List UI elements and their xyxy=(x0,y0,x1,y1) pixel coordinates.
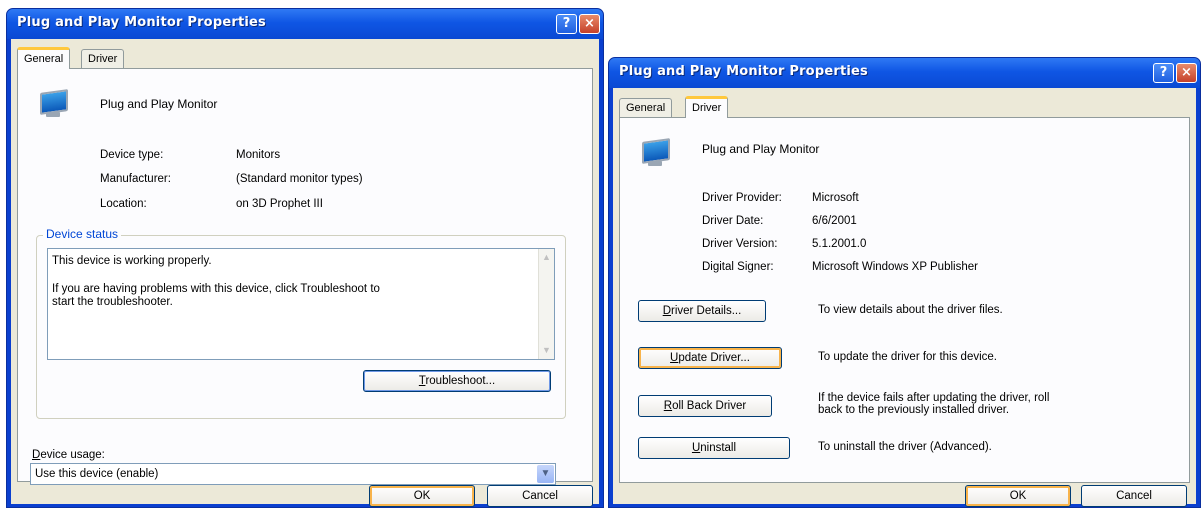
device-status-title: Device status xyxy=(43,227,122,241)
monitor-icon xyxy=(38,89,68,119)
prop-value: Microsoft Windows XP Publisher xyxy=(812,261,978,273)
tab-general[interactable]: General xyxy=(619,98,673,118)
window-title: Plug and Play Monitor Properties xyxy=(17,15,266,30)
roll-back-description-line1: If the device fails after updating the d… xyxy=(818,392,1050,404)
prop-value: on 3D Prophet III xyxy=(236,198,323,210)
status-scrollbar[interactable]: ▲ ▼ xyxy=(538,249,554,359)
driver-details-button[interactable]: Driver Details... xyxy=(638,300,766,322)
ok-button[interactable]: OK xyxy=(369,485,475,507)
troubleshoot-button[interactable]: Troubleshoot... xyxy=(363,370,551,392)
dialog-body: General Driver Plug and Play Monitor Dev… xyxy=(11,39,599,507)
status-line: This device is working properly. xyxy=(52,255,212,267)
title-bar[interactable]: Plug and Play Monitor Properties ? × xyxy=(7,9,603,39)
prop-value: (Standard monitor types) xyxy=(236,173,363,185)
help-button[interactable]: ? xyxy=(556,14,577,34)
help-button[interactable]: ? xyxy=(1153,63,1174,83)
roll-back-description-line2: back to the previously installed driver. xyxy=(818,404,1010,416)
prop-label: Device type: xyxy=(100,149,164,161)
tab-general[interactable]: General xyxy=(17,47,71,69)
driver-properties-window: Plug and Play Monitor Properties ? × Gen… xyxy=(608,57,1201,508)
uninstall-button[interactable]: Uninstall xyxy=(638,437,790,459)
tab-panel: Plug and Play Monitor Device type: Monit… xyxy=(17,68,593,485)
status-line: start the troubleshooter. xyxy=(52,296,173,308)
device-status-group: Device status This device is working pro… xyxy=(36,227,566,419)
window-title: Plug and Play Monitor Properties xyxy=(619,64,868,79)
prop-label: Driver Provider: xyxy=(702,192,782,204)
tab-panel: Plug and Play Monitor Driver Provider: M… xyxy=(619,117,1190,483)
uninstall-description: To uninstall the driver (Advanced). xyxy=(818,441,992,453)
device-status-textbox: This device is working properly. If you … xyxy=(47,248,555,360)
prop-label: Driver Date: xyxy=(702,215,764,227)
device-usage-select[interactable]: Use this device (enable) ▼ xyxy=(30,463,556,485)
prop-label: Location: xyxy=(100,198,147,210)
tab-driver[interactable]: Driver xyxy=(81,49,125,69)
prop-value: 5.1.2001.0 xyxy=(812,238,867,250)
title-bar[interactable]: Plug and Play Monitor Properties ? × xyxy=(609,58,1200,88)
prop-value: 6/6/2001 xyxy=(812,215,857,227)
prop-label: Manufacturer: xyxy=(100,173,171,185)
close-button[interactable]: × xyxy=(1176,63,1197,83)
prop-value: Monitors xyxy=(236,149,281,161)
tab-driver[interactable]: Driver xyxy=(685,96,729,118)
scroll-down-icon[interactable]: ▼ xyxy=(540,344,553,357)
update-driver-description: To update the driver for this device. xyxy=(818,351,997,363)
cancel-button[interactable]: Cancel xyxy=(487,485,593,507)
device-name: Plug and Play Monitor xyxy=(702,142,820,156)
general-properties-window: Plug and Play Monitor Properties ? × Gen… xyxy=(6,8,604,508)
close-button[interactable]: × xyxy=(579,14,600,34)
cancel-button[interactable]: Cancel xyxy=(1081,485,1187,507)
roll-back-driver-button[interactable]: Roll Back Driver xyxy=(638,395,772,417)
driver-details-description: To view details about the driver files. xyxy=(818,304,1003,316)
device-name: Plug and Play Monitor xyxy=(100,97,218,111)
status-line: If you are having problems with this dev… xyxy=(52,283,380,295)
update-driver-button[interactable]: Update Driver... xyxy=(638,347,782,369)
monitor-icon xyxy=(640,138,670,168)
prop-label: Driver Version: xyxy=(702,238,778,250)
prop-value: Microsoft xyxy=(812,192,859,204)
prop-label: Digital Signer: xyxy=(702,261,774,273)
chevron-down-icon[interactable]: ▼ xyxy=(537,465,554,483)
dialog-body: General Driver Plug and Play Monitor Dri… xyxy=(613,88,1196,507)
scroll-up-icon[interactable]: ▲ xyxy=(540,251,553,264)
device-usage-label: Device usage: xyxy=(32,449,105,461)
ok-button[interactable]: OK xyxy=(965,485,1071,507)
device-usage-value: Use this device (enable) xyxy=(35,468,159,480)
